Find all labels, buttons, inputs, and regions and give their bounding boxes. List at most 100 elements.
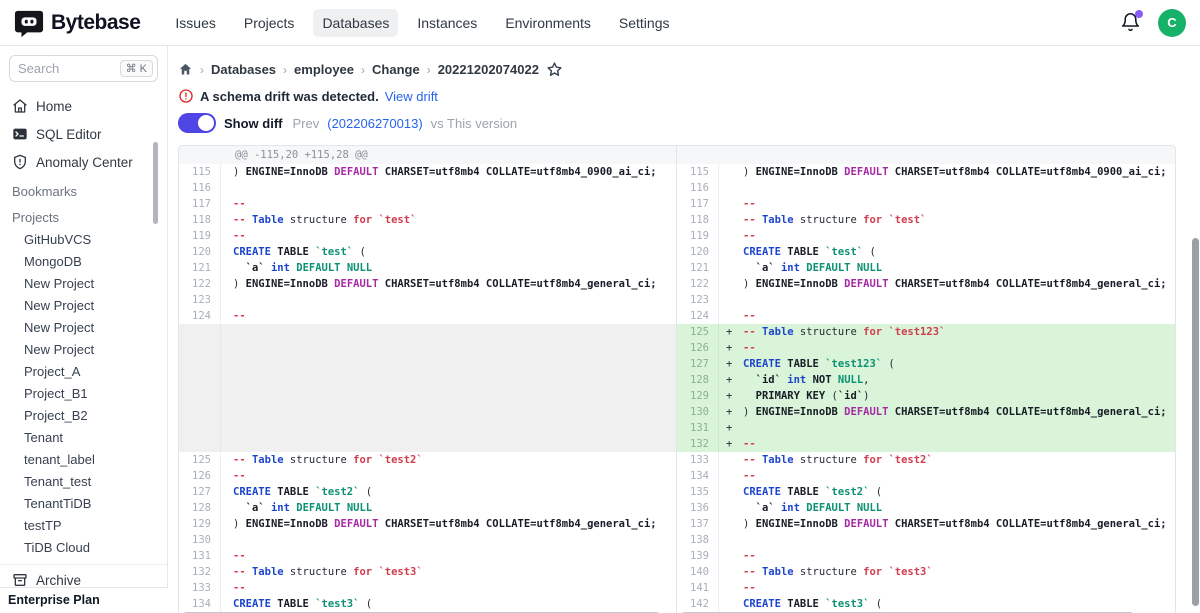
nav-item-instances[interactable]: Instances bbox=[408, 9, 486, 37]
home-icon bbox=[12, 98, 28, 114]
sidebar-item-label: Archive bbox=[36, 573, 81, 588]
sidebar-project-item[interactable]: Tenant_test bbox=[0, 470, 167, 492]
chevron-right-icon: › bbox=[361, 63, 365, 77]
diff-code-row: 134-- bbox=[677, 468, 1175, 484]
archive-icon bbox=[12, 572, 28, 588]
diff-code-row: 119-- bbox=[677, 228, 1175, 244]
chevron-right-icon: › bbox=[200, 63, 204, 77]
nav-item-settings[interactable]: Settings bbox=[610, 9, 679, 37]
nav-item-environments[interactable]: Environments bbox=[496, 9, 600, 37]
diff-code-row: 122) ENGINE=InnoDB DEFAULT CHARSET=utf8m… bbox=[179, 276, 676, 292]
breadcrumb-item[interactable]: employee bbox=[294, 62, 354, 77]
diff-right-column: 115) ENGINE=InnoDB DEFAULT CHARSET=utf8m… bbox=[677, 146, 1175, 613]
sidebar-project-item[interactable]: TenantTiDB bbox=[0, 492, 167, 514]
sidebar-project-item[interactable]: New Project bbox=[0, 294, 167, 316]
diff-code-row: 136 `a` int DEFAULT NULL bbox=[677, 500, 1175, 516]
sidebar-project-item[interactable]: GitHubVCS bbox=[0, 228, 167, 250]
star-icon[interactable] bbox=[546, 61, 563, 78]
sidebar-item-home[interactable]: Home bbox=[0, 92, 167, 120]
sidebar-project-item[interactable]: Tenant bbox=[0, 426, 167, 448]
notification-bell-button[interactable] bbox=[1120, 12, 1142, 34]
diff-code-row: 133-- bbox=[179, 580, 676, 596]
diff-code-row: 124-- bbox=[179, 308, 676, 324]
diff-code-row: 125-- Table structure for `test2` bbox=[179, 452, 676, 468]
sidebar-scrollbar[interactable] bbox=[153, 142, 158, 224]
toggle-knob bbox=[198, 115, 214, 131]
diff-code-row: 120CREATE TABLE `test` ( bbox=[677, 244, 1175, 260]
diff-code-row: 124-- bbox=[677, 308, 1175, 324]
sidebar-project-item[interactable]: Project_B1 bbox=[0, 382, 167, 404]
sidebar-item-anomaly-center[interactable]: Anomaly Center bbox=[0, 148, 167, 176]
nav-item-databases[interactable]: Databases bbox=[313, 9, 398, 37]
main-nav: Issues Projects Databases Instances Environm… bbox=[166, 9, 678, 37]
sidebar-project-item[interactable]: Project_B2 bbox=[0, 404, 167, 426]
diff-code-row: 123 bbox=[179, 292, 676, 308]
breadcrumb-item[interactable]: Change bbox=[372, 62, 420, 77]
drift-alert-icon bbox=[178, 88, 194, 104]
breadcrumb-item[interactable]: Databases bbox=[211, 62, 276, 77]
diff-code-row: 127+CREATE TABLE `test123` ( bbox=[677, 356, 1175, 372]
notification-dot bbox=[1135, 10, 1143, 18]
diff-code-row: 118-- Table structure for `test` bbox=[179, 212, 676, 228]
diff-code-row: 133-- Table structure for `test2` bbox=[677, 452, 1175, 468]
sidebar-project-item[interactable]: tenant_label bbox=[0, 448, 167, 470]
sidebar-project-item[interactable]: Project_A bbox=[0, 360, 167, 382]
sidebar-project-item[interactable]: New Project bbox=[0, 316, 167, 338]
search-box[interactable]: ⌘ K bbox=[9, 55, 158, 82]
sidebar-section-bookmarks: Bookmarks bbox=[0, 176, 167, 202]
brand-name: Bytebase bbox=[51, 11, 140, 35]
plan-label: Enterprise Plan bbox=[0, 587, 168, 613]
diff-code-row: 132-- Table structure for `test3` bbox=[179, 564, 676, 580]
diff-code-row: 121 `a` int DEFAULT NULL bbox=[179, 260, 676, 276]
diff-code-row: 121 `a` int DEFAULT NULL bbox=[677, 260, 1175, 276]
diff-placeholder-row bbox=[179, 372, 676, 388]
sidebar-project-item[interactable]: MongoDB bbox=[0, 250, 167, 272]
diff-hunk-header: @@ -115,20 +115,28 @@ bbox=[179, 146, 676, 164]
diff-code-row: 116 bbox=[677, 180, 1175, 196]
search-shortcut-badge: ⌘ K bbox=[120, 60, 153, 77]
nav-item-issues[interactable]: Issues bbox=[166, 9, 224, 37]
diff-left-column: @@ -115,20 +115,28 @@ 115) ENGINE=InnoDB… bbox=[179, 146, 677, 613]
chevron-right-icon: › bbox=[427, 63, 431, 77]
diff-code-row: 131+ bbox=[677, 420, 1175, 436]
diff-code-row: 138 bbox=[677, 532, 1175, 548]
sidebar-item-label: Home bbox=[36, 99, 72, 114]
schema-diff-panel: @@ -115,20 +115,28 @@ 115) ENGINE=InnoDB… bbox=[178, 145, 1176, 613]
diff-hunk-header-right bbox=[677, 146, 1175, 164]
diff-placeholder-row bbox=[179, 356, 676, 372]
diff-code-row: 122) ENGINE=InnoDB DEFAULT CHARSET=utf8m… bbox=[677, 276, 1175, 292]
diff-placeholder-row bbox=[179, 340, 676, 356]
diff-code-row: 130 bbox=[179, 532, 676, 548]
page-scrollbar[interactable] bbox=[1192, 238, 1199, 606]
sidebar-item-sql-editor[interactable]: SQL Editor bbox=[0, 120, 167, 148]
sidebar-item-label: Anomaly Center bbox=[36, 155, 133, 170]
sidebar-project-item[interactable]: New Project bbox=[0, 272, 167, 294]
search-input[interactable] bbox=[18, 61, 104, 76]
diff-code-row: 131-- bbox=[179, 548, 676, 564]
nav-item-projects[interactable]: Projects bbox=[235, 9, 304, 37]
sidebar-project-item[interactable]: New Project bbox=[0, 338, 167, 360]
diff-code-row: 127CREATE TABLE `test2` ( bbox=[179, 484, 676, 500]
alert-message: A schema drift was detected. bbox=[200, 89, 379, 104]
show-diff-toggle[interactable] bbox=[178, 113, 216, 133]
sidebar-project-item[interactable]: TiDB Cloud bbox=[0, 536, 167, 558]
sidebar: ⌘ K Home SQL Editor bbox=[0, 46, 168, 613]
diff-code-row: 129) ENGINE=InnoDB DEFAULT CHARSET=utf8m… bbox=[179, 516, 676, 532]
breadcrumb-home-icon[interactable] bbox=[178, 62, 193, 77]
chevron-right-icon: › bbox=[283, 63, 287, 77]
diff-code-row: 116 bbox=[179, 180, 676, 196]
diff-code-row: 135CREATE TABLE `test2` ( bbox=[677, 484, 1175, 500]
diff-code-row: 118-- Table structure for `test` bbox=[677, 212, 1175, 228]
anomaly-center-icon bbox=[12, 154, 28, 170]
bytebase-logo[interactable]: Bytebase bbox=[14, 8, 140, 38]
diff-toolbar: Show diff Prev (202206270013) vs This ve… bbox=[178, 113, 1200, 133]
user-avatar[interactable]: C bbox=[1158, 9, 1186, 37]
diff-placeholder-row bbox=[179, 436, 676, 452]
view-drift-link[interactable]: View drift bbox=[385, 89, 438, 104]
diff-code-row: 119-- bbox=[179, 228, 676, 244]
prev-version-link[interactable]: (202206270013) bbox=[327, 116, 422, 131]
sidebar-project-item[interactable]: testTP bbox=[0, 514, 167, 536]
breadcrumb-item[interactable]: 20221202074022 bbox=[438, 62, 539, 77]
diff-code-row: 130+) ENGINE=InnoDB DEFAULT CHARSET=utf8… bbox=[677, 404, 1175, 420]
diff-placeholder-row bbox=[179, 420, 676, 436]
